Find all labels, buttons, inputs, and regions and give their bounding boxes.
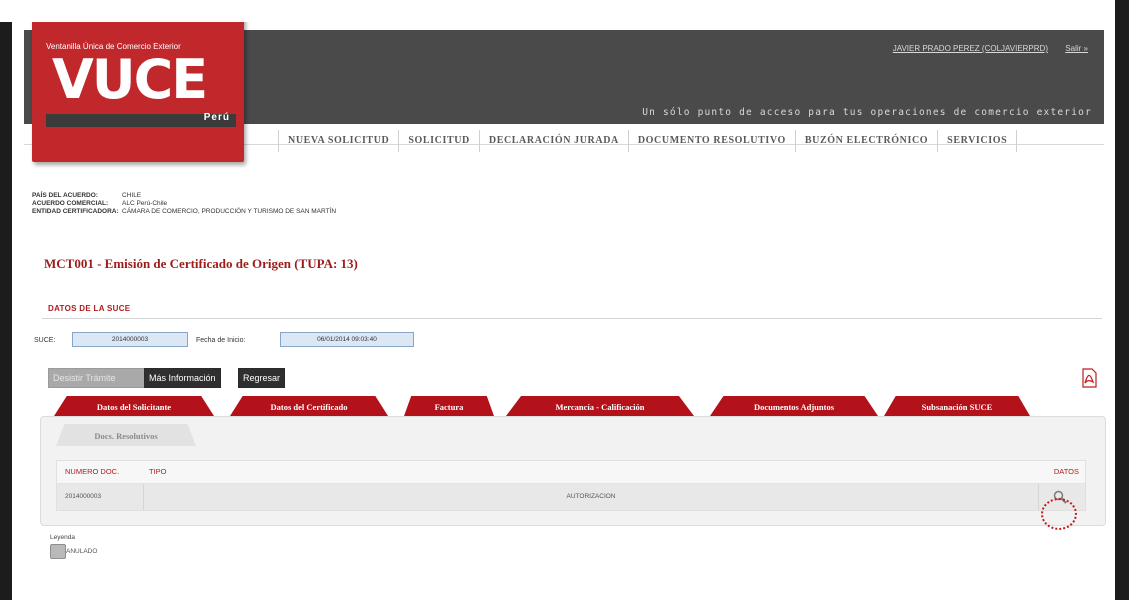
agreement-info: PAÍS DEL ACUERDO: CHILE ACUERDO COMERCIAL…: [32, 192, 336, 216]
fecha-label: Fecha de Inicio:: [196, 337, 246, 344]
logout-link[interactable]: Salir »: [1065, 44, 1088, 53]
nav-nueva-solicitud[interactable]: NUEVA SOLICITUD: [278, 130, 400, 152]
desistir-tramite-button[interactable]: Desistir Trámite: [48, 368, 150, 388]
entidad-value: CÁMARA DE COMERCIO, PRODUCCIÓN Y TURISMO…: [122, 208, 337, 215]
pais-value: CHILE: [122, 192, 142, 199]
more-info-button[interactable]: Más Información: [144, 368, 221, 388]
nav-solicitud[interactable]: SOLICITUD: [399, 130, 480, 152]
slogan: Un sólo punto de acceso para tus operaci…: [642, 107, 1092, 118]
legend-label: ANULADO: [66, 548, 98, 555]
section-divider: [42, 318, 1102, 319]
tab-mercancia-calificacion[interactable]: Mercancía - Calificación: [506, 396, 694, 416]
header-tipo[interactable]: TIPO: [143, 461, 1033, 483]
window-frame-left: [0, 22, 12, 600]
logo-text: VUCE: [52, 48, 208, 111]
subtab-docs-resolutivos[interactable]: Docs. Resolutivos: [56, 424, 196, 446]
legend-title: Leyenda: [50, 534, 75, 541]
tab-datos-certificado[interactable]: Datos del Certificado: [230, 396, 388, 416]
acuerdo-label: ACUERDO COMERCIAL:: [32, 200, 109, 207]
pais-label: PAÍS DEL ACUERDO:: [32, 192, 98, 199]
main-nav: NUEVA SOLICITUD SOLICITUD DECLARACIÓN JU…: [278, 130, 1018, 152]
window-frame-right: [1115, 0, 1129, 600]
fecha-field[interactable]: 06/01/2014 09:03:40: [280, 332, 414, 347]
nav-documento-resolutivo[interactable]: DOCUMENTO RESOLUTIVO: [629, 130, 796, 152]
nav-servicios[interactable]: SERVICIOS: [938, 130, 1018, 152]
suce-label: SUCE:: [34, 337, 56, 344]
highlight-circle: [1041, 498, 1077, 530]
tab-factura[interactable]: Factura: [404, 396, 494, 416]
entidad-label: ENTIDAD CERTIFICADORA:: [32, 208, 119, 215]
header-datos: DATOS: [1053, 467, 1079, 476]
back-button[interactable]: Regresar: [238, 368, 286, 388]
pdf-icon[interactable]: [1080, 368, 1098, 388]
acuerdo-value: ALC Perú-Chile: [122, 200, 168, 207]
table-header: NUMERO DOC. TIPO DATOS: [57, 461, 1085, 484]
vuce-logo[interactable]: Ventanilla Única de Comercio Exterior VU…: [32, 22, 244, 162]
suce-field[interactable]: 2014000003: [72, 332, 188, 347]
nav-declaracion-jurada[interactable]: DECLARACIÓN JURADA: [480, 130, 629, 152]
legend-swatch: [50, 544, 66, 559]
nav-buzon-electronico[interactable]: BUZÓN ELECTRÓNICO: [796, 130, 939, 152]
page-title: MCT001 - Emisión de Certificado de Orige…: [44, 256, 358, 271]
docs-table: NUMERO DOC. TIPO DATOS 2014000003 AUTORI…: [56, 460, 1086, 511]
section-title: DATOS DE LA SUCE: [48, 304, 131, 313]
page: JAVIER PRADO PEREZ (COLJAVIERPRD) Salir …: [12, 22, 1115, 600]
tab-subsanacion-suce[interactable]: Subsanación SUCE: [884, 396, 1030, 416]
cell-tipo: AUTORIZACION: [566, 493, 616, 500]
logo-country: Perú: [203, 112, 230, 123]
table-row[interactable]: 2014000003 AUTORIZACION: [57, 484, 1085, 510]
header-numero-doc[interactable]: NUMERO DOC.: [57, 461, 143, 483]
tab-datos-solicitante[interactable]: Datos del Solicitante: [54, 396, 214, 416]
cell-numero-doc: 2014000003: [57, 484, 144, 510]
user-link[interactable]: JAVIER PRADO PEREZ (COLJAVIERPRD): [893, 44, 1048, 53]
tab-documentos-adjuntos[interactable]: Documentos Adjuntos: [710, 396, 878, 416]
